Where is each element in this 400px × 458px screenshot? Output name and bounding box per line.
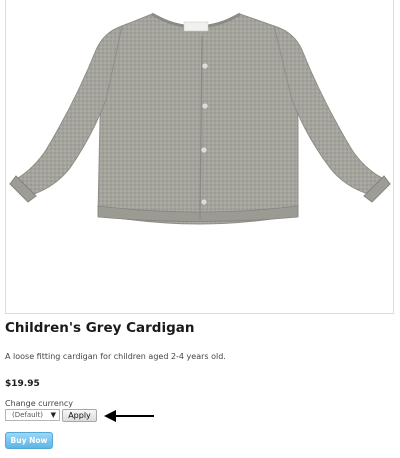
product-title: Children's Grey Cardigan [5, 320, 195, 336]
product-image [9, 12, 391, 225]
product-price: $19.95 [5, 379, 40, 389]
currency-select[interactable]: (Default) ▼ [5, 409, 60, 421]
chevron-down-icon: ▼ [50, 411, 56, 419]
currency-label: Change currency [5, 399, 74, 408]
apply-button[interactable]: Apply [62, 409, 97, 422]
buy-now-button[interactable]: Buy Now [5, 432, 53, 449]
currency-selected-value: (Default) [12, 411, 44, 419]
product-image-frame [5, 0, 394, 314]
product-description: A loose fitting cardigan for children ag… [5, 352, 226, 361]
left-arrow-icon [104, 410, 154, 422]
